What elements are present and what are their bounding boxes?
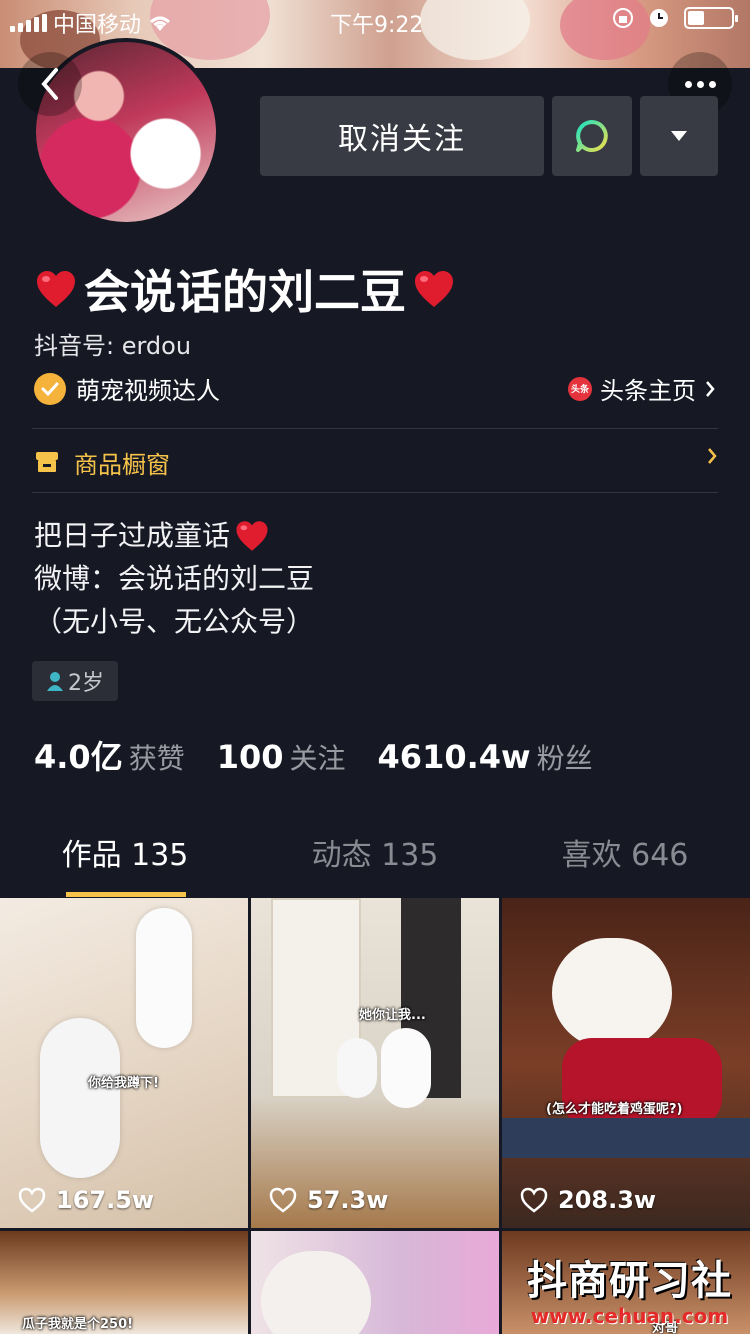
stat-following-label: 关注: [289, 742, 346, 775]
dropdown-triangle-icon: [671, 131, 687, 141]
douyin-id: 抖音号: erdou: [34, 332, 192, 360]
video-thumbnail[interactable]: [251, 1231, 499, 1334]
carrier-label: 中国移动: [53, 13, 142, 38]
bio: 把日子过成童话 微博：会说话的刘二豆 （无小号、无公众号）: [34, 514, 314, 643]
recommend-dropdown-button[interactable]: [640, 96, 718, 176]
like-heart-icon: [18, 1187, 46, 1213]
video-thumbnail[interactable]: 她你让我... 57.3w: [251, 898, 499, 1228]
video-likes-count: 208.3w: [558, 1186, 657, 1214]
profile-tabs: 作品 135 动态 135 喜欢 646: [0, 830, 750, 898]
shop-window-label: 商品橱窗: [74, 450, 170, 479]
video-thumbnail[interactable]: (怎么才能吃着鸡蛋呢?) 208.3w: [502, 898, 750, 1228]
watermark-title: 抖商研习社: [527, 1258, 732, 1304]
active-tab-indicator: [66, 892, 186, 897]
video-caption: (怎么才能吃着鸡蛋呢?): [546, 1102, 683, 1117]
heart-emoji-icon: [37, 271, 75, 307]
toutiao-homepage-link[interactable]: 头条 头条主页: [568, 371, 716, 406]
tab-dynamics[interactable]: 动态 135: [250, 830, 500, 898]
video-likes-count: 57.3w: [307, 1186, 389, 1214]
wifi-icon: [150, 16, 171, 31]
heart-emoji-icon: [415, 271, 453, 307]
shop-icon: [36, 452, 58, 472]
video-caption: 瓜子我就是个250!: [22, 1317, 134, 1332]
video-thumbnail[interactable]: 你给我蹲下! 167.5w: [0, 898, 248, 1228]
watermark-url: www.cehuan.com: [530, 1304, 729, 1328]
stat-following-value: 100: [216, 738, 284, 776]
stat-followers-value: 4610.4w: [377, 738, 531, 776]
verified-check-icon: [34, 372, 66, 405]
orientation-lock-icon: [613, 8, 633, 28]
divider: [32, 492, 718, 493]
stat-followers[interactable]: 4610.4w 粉丝: [378, 737, 593, 777]
message-bubble-icon: [576, 120, 608, 152]
battery-icon: [684, 7, 738, 29]
verification-label: 萌宠视频达人: [76, 377, 220, 405]
stat-likes-label: 获赞: [128, 742, 185, 775]
video-thumbnail[interactable]: 瓜子我就是个250!: [0, 1231, 248, 1334]
video-likes: 57.3w: [269, 1186, 388, 1214]
verification-info: 萌宠视频达人: [34, 371, 220, 406]
age-tag: 2岁: [32, 661, 118, 701]
shop-window-row[interactable]: 商品橱窗: [34, 444, 718, 480]
age-tag-label: 2岁: [68, 671, 104, 696]
video-likes: 167.5w: [18, 1186, 154, 1214]
video-likes-count: 167.5w: [56, 1186, 155, 1214]
person-icon: [47, 672, 63, 691]
toutiao-icon: 头条: [568, 376, 592, 401]
chevron-right-icon: [706, 380, 715, 397]
unfollow-button[interactable]: 取消关注: [260, 96, 544, 176]
chevron-right-icon: [708, 448, 717, 464]
bio-line: （无小号、无公众号）: [34, 605, 315, 638]
video-caption: 她你让我...: [359, 1008, 426, 1023]
bio-line: 微博：会说话的刘二豆: [34, 562, 315, 595]
stat-likes-value: 4.0亿: [34, 738, 123, 776]
status-time: 下午9:22: [330, 13, 424, 38]
bio-line: 把日子过成童话: [34, 519, 231, 552]
watermark: 抖商研习社 www.cehuan.com: [527, 1248, 732, 1328]
profile-stats: 4.0亿 获赞 100 关注 4610.4w 粉丝: [34, 732, 625, 778]
divider: [32, 428, 718, 429]
alarm-icon: [650, 9, 668, 27]
toutiao-link-label: 头条主页: [600, 377, 696, 405]
tab-likes[interactable]: 喜欢 646: [500, 830, 750, 898]
nickname-text: 会说话的刘二豆: [84, 265, 406, 319]
stat-followers-label: 粉丝: [536, 742, 593, 775]
more-dots-icon: [684, 80, 716, 88]
status-bar: 中国移动 下午9:22: [0, 0, 750, 40]
stat-likes[interactable]: 4.0亿 获赞: [34, 732, 185, 778]
video-likes: 208.3w: [520, 1186, 656, 1214]
back-button[interactable]: [18, 52, 82, 116]
heart-emoji-icon: [236, 520, 268, 551]
like-heart-icon: [520, 1187, 548, 1213]
message-button[interactable]: [552, 96, 632, 176]
signal-icon: [10, 14, 47, 32]
tab-works[interactable]: 作品 135: [0, 830, 250, 898]
like-heart-icon: [269, 1187, 297, 1213]
nickname: 会说话的刘二豆: [34, 256, 456, 322]
stat-following[interactable]: 100 关注: [217, 737, 346, 777]
video-caption: 你给我蹲下!: [88, 1076, 159, 1091]
back-arrow-icon: [41, 68, 58, 100]
